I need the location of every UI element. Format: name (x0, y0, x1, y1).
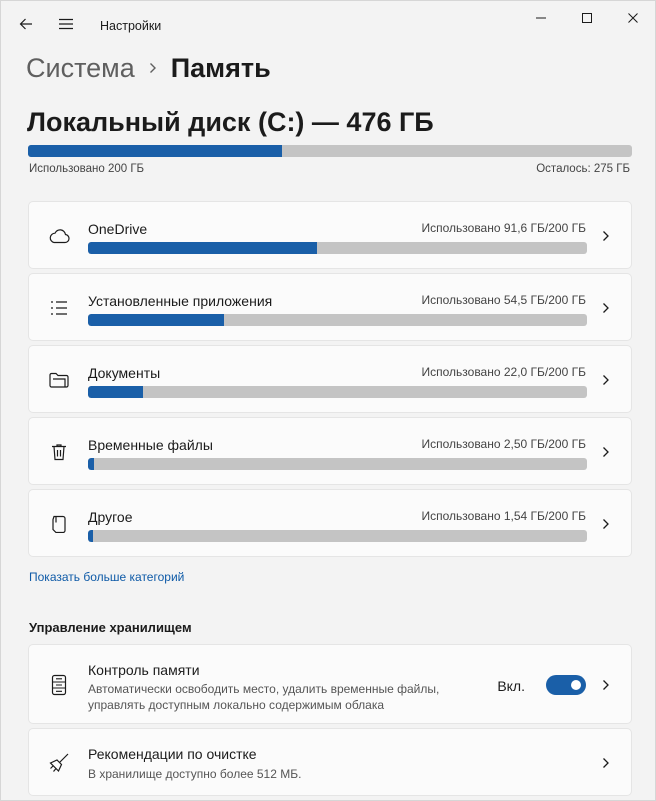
minimize-button[interactable] (518, 3, 564, 33)
storage-sense-toggle[interactable] (546, 675, 586, 695)
chevron-right-icon (601, 373, 611, 387)
category-usage-bar (88, 530, 587, 542)
chevron-right-icon (601, 678, 611, 692)
maximize-button[interactable] (564, 3, 610, 33)
chevron-right-icon (601, 756, 611, 770)
disk-free-label: Осталось: 275 ГБ (536, 163, 630, 175)
chevron-right-icon (601, 229, 611, 243)
category-usage-fill (88, 314, 224, 326)
chevron-right-icon (601, 517, 611, 531)
storage-sense-card[interactable]: Контроль памяти Автоматически освободить… (28, 644, 632, 724)
category-list: OneDrive Использовано 91,6 ГБ/200 ГБ Уст… (28, 201, 632, 561)
cloud-icon (47, 224, 71, 248)
storage-management-heading: Управление хранилищем (29, 620, 192, 635)
arrow-left-icon (19, 18, 32, 30)
category-usage-bar (88, 242, 587, 254)
category-name: Установленные приложения (88, 293, 273, 309)
breadcrumb-system-link[interactable]: Система (26, 53, 135, 84)
minimize-icon (536, 17, 546, 19)
page-title: Память (170, 52, 271, 83)
storage-sense-desc-line2: управлять доступным локально содержимым … (88, 698, 385, 712)
breadcrumb-separator-icon (149, 62, 157, 74)
category-name: Другое (88, 509, 133, 525)
category-installed-apps[interactable]: Установленные приложения Использовано 54… (28, 273, 632, 341)
folder-icon (47, 368, 71, 392)
disk-usage-bar (28, 145, 632, 157)
category-usage: Использовано 22,0 ГБ/200 ГБ (421, 365, 586, 379)
storage-sense-toggle-label: Вкл. (497, 678, 525, 694)
category-usage-fill (88, 242, 317, 254)
category-usage: Использовано 1,54 ГБ/200 ГБ (421, 509, 586, 523)
category-usage-fill (88, 386, 143, 398)
window-title: Настройки (100, 19, 162, 33)
disk-used-label: Использовано 200 ГБ (29, 163, 145, 175)
category-usage: Использовано 91,6 ГБ/200 ГБ (421, 221, 586, 235)
storage-sense-title: Контроль памяти (88, 662, 200, 678)
category-usage: Использовано 2,50 ГБ/200 ГБ (421, 437, 586, 451)
cleanup-desc: В хранилище доступно более 512 МБ. (88, 767, 302, 781)
category-documents[interactable]: Документы Использовано 22,0 ГБ/200 ГБ (28, 345, 632, 413)
broom-icon (47, 751, 71, 775)
back-button[interactable] (11, 9, 41, 39)
disk-title: Локальный диск (C:) — 476 ГБ (27, 107, 434, 137)
category-usage: Использовано 54,5 ГБ/200 ГБ (421, 293, 586, 307)
hamburger-icon (59, 18, 73, 30)
cleanup-title: Рекомендации по очистке (88, 746, 257, 762)
title-bar: Настройки (1, 1, 655, 51)
breadcrumb: Система Память (26, 51, 271, 85)
menu-button[interactable] (51, 9, 81, 39)
settings-window: Настройки Система Память Локальный диск … (0, 0, 656, 801)
storage-drive-icon (47, 673, 71, 697)
category-usage-bar (88, 386, 587, 398)
app-list-icon (47, 296, 71, 320)
toggle-knob (571, 680, 581, 690)
category-usage-fill (88, 530, 93, 542)
category-onedrive[interactable]: OneDrive Использовано 91,6 ГБ/200 ГБ (28, 201, 632, 269)
chevron-right-icon (601, 301, 611, 315)
category-name: OneDrive (88, 221, 148, 237)
category-name: Временные файлы (88, 437, 213, 453)
maximize-icon (582, 13, 592, 23)
cleanup-recommendations-card[interactable]: Рекомендации по очистке В хранилище дост… (28, 728, 632, 796)
close-button[interactable] (610, 3, 655, 33)
chevron-right-icon (601, 445, 611, 459)
close-icon (628, 13, 638, 23)
category-usage-fill (88, 458, 95, 470)
show-more-categories-link[interactable]: Показать больше категорий (29, 570, 184, 584)
category-usage-bar (88, 314, 587, 326)
category-other[interactable]: Другое Использовано 1,54 ГБ/200 ГБ (28, 489, 632, 557)
category-temp-files[interactable]: Временные файлы Использовано 2,50 ГБ/200… (28, 417, 632, 485)
other-files-icon (47, 512, 71, 536)
trash-icon (47, 440, 71, 464)
disk-usage-fill (28, 145, 282, 157)
storage-sense-desc-line1: Автоматически освободить место, удалить … (88, 682, 440, 696)
category-usage-bar (88, 458, 587, 470)
category-name: Документы (88, 365, 161, 381)
